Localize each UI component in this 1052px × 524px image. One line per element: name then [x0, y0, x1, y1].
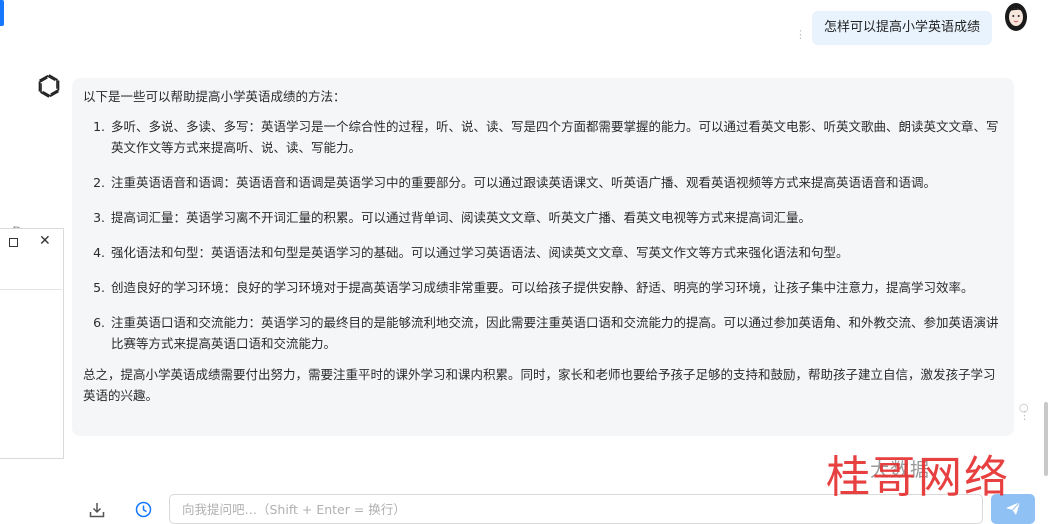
list-item: 创造良好的学习环境：良好的学习环境对于提高英语学习成绩非常重要。可以给孩子提供安… [109, 277, 1002, 298]
chat-input[interactable] [182, 502, 970, 517]
divider [0, 289, 62, 290]
assistant-intro: 以下是一些可以帮助提高小学英语成绩的方法： [83, 89, 346, 104]
maximize-icon[interactable] [9, 238, 18, 247]
assistant-summary: 总之，提高小学英语成绩需要付出努力，需要注重平时的课外学习和课内积累。同时，家长… [83, 367, 996, 403]
assistant-message-more-icon[interactable]: ○ ⋮ [1019, 402, 1030, 421]
user-message-more-icon[interactable]: ⋮ [795, 29, 806, 40]
assistant-logo-icon [38, 74, 60, 98]
download-icon[interactable] [89, 502, 105, 518]
list-item: 多听、多说、多读、多写：英语学习是一个综合性的过程，听、说、读、写是四个方面都需… [109, 116, 1002, 158]
watermark: 桂哥网络 [826, 452, 1010, 503]
history-icon[interactable] [135, 501, 152, 518]
close-icon[interactable]: ✕ [39, 232, 51, 250]
user-message-bubble: 怎样可以提高小学英语成绩 [811, 11, 992, 45]
list-item: 强化语法和句型：英语语法和句型是英语学习的基础。可以通过学习英语语法、阅读英文文… [109, 242, 1002, 263]
assistant-message-bubble: 以下是一些可以帮助提高小学英语成绩的方法： 多听、多说、多读、多写：英语学习是一… [72, 78, 1014, 436]
list-item: 注重英语语音和语调：英语语音和语调是英语学习中的重要部分。可以通过跟读英语课文、… [109, 172, 1002, 193]
floating-window: ✕ [0, 228, 64, 459]
list-item: 提高词汇量：英语学习离不开词汇量的积累。可以通过背单词、阅读英文文章、听英文广播… [109, 207, 1002, 228]
list-item: 注重英语口语和交流能力：英语学习的最终目的是能够流利地交流，因此需要注重英语口语… [109, 312, 1002, 354]
user-avatar [1005, 3, 1027, 31]
method-list: 多听、多说、多读、多写：英语学习是一个综合性的过程，听、说、读、写是四个方面都需… [83, 116, 1002, 354]
scrollbar[interactable] [1044, 402, 1048, 476]
sidebar-accent [0, 0, 4, 26]
